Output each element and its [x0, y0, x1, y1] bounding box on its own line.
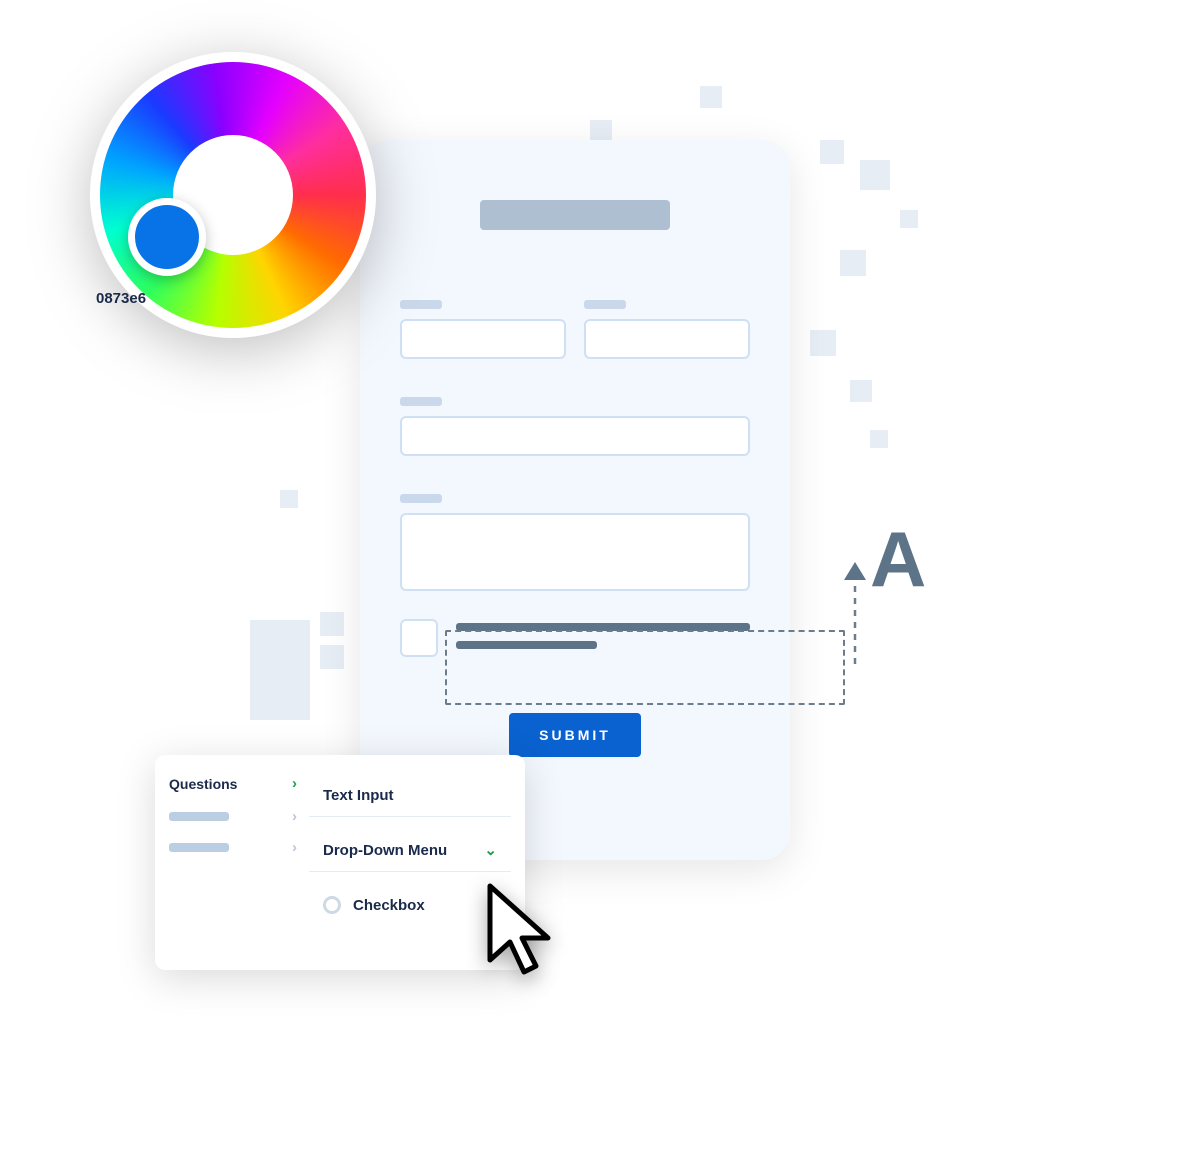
decoration-square	[820, 140, 844, 164]
question-type-text-input[interactable]: Text Input	[309, 775, 511, 817]
decoration-square	[280, 490, 298, 508]
question-type-label: Drop-Down Menu	[323, 842, 447, 859]
decoration-square	[700, 86, 722, 108]
text-input[interactable]	[584, 319, 750, 359]
question-type-dropdown[interactable]: Drop-Down Menu ⌄	[309, 829, 511, 872]
color-swatch[interactable]	[128, 198, 206, 276]
letter-glyph-large: A	[870, 520, 926, 598]
decoration-square	[840, 250, 866, 276]
question-type-label: Checkbox	[353, 897, 425, 914]
text-placeholder	[456, 641, 597, 649]
decoration-square	[810, 330, 836, 356]
questions-heading: Questions	[169, 776, 237, 792]
chevron-right-icon: ›	[292, 808, 297, 825]
chevron-right-icon: ›	[292, 775, 297, 792]
question-type-checkbox[interactable]: Checkbox	[309, 884, 511, 926]
field-label-placeholder	[400, 494, 442, 503]
color-hex-label: 0873e6	[96, 290, 146, 307]
questions-category-row[interactable]: ›	[169, 839, 297, 856]
font-size-demo: A	[870, 520, 926, 598]
text-input[interactable]	[400, 416, 750, 456]
field-label-placeholder	[400, 397, 442, 406]
decoration-square	[900, 210, 918, 228]
form-title-placeholder	[480, 200, 670, 230]
textarea-input[interactable]	[400, 513, 750, 591]
questions-category-row[interactable]: ›	[169, 808, 297, 825]
decoration-square	[860, 160, 890, 190]
decoration-square	[850, 380, 872, 402]
decoration-square	[250, 620, 310, 720]
chevron-down-icon: ⌄	[484, 841, 497, 859]
field-label-placeholder	[400, 300, 442, 309]
chevron-right-icon: ›	[292, 839, 297, 856]
questions-panel: Questions › › › Text Input Drop-Down Men…	[155, 755, 525, 970]
drag-arrow-icon	[838, 560, 872, 664]
text-placeholder	[456, 623, 750, 631]
decoration-square	[870, 430, 888, 448]
decoration-square	[320, 612, 344, 636]
question-type-label: Text Input	[323, 787, 394, 804]
text-input[interactable]	[400, 319, 566, 359]
form-card: SUBMIT	[360, 140, 790, 860]
questions-heading-row[interactable]: Questions ›	[169, 775, 297, 792]
decoration-square	[590, 120, 612, 142]
cursor-icon	[486, 882, 564, 982]
submit-button[interactable]: SUBMIT	[509, 713, 641, 757]
decoration-square	[320, 645, 344, 669]
radio-icon	[323, 896, 341, 914]
checkbox-input[interactable]	[400, 619, 438, 657]
field-label-placeholder	[584, 300, 626, 309]
